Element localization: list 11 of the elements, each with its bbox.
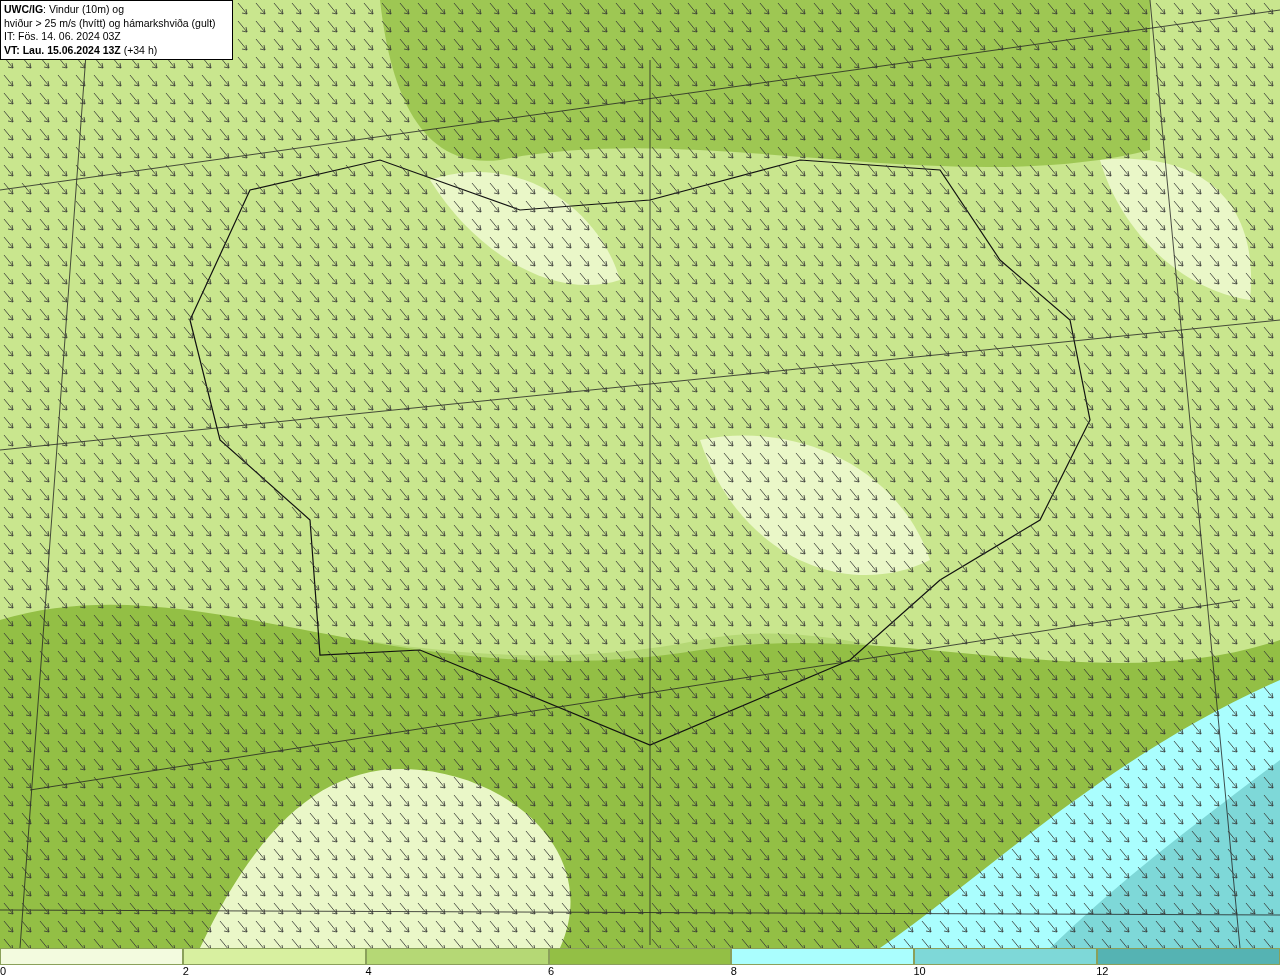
info-text: hviður > 25 m/s (hvítt) og hámarkshviða (gult)	[4, 16, 217, 30]
info-text: VT: Lau. 15.06.2024 13Z (+34 h)	[4, 43, 159, 57]
tick-label: 12	[1096, 965, 1109, 977]
tick-label: 4	[365, 965, 372, 977]
tick-label: 8	[730, 965, 737, 977]
tick-label: 10	[913, 965, 926, 977]
tick-label: 6	[548, 965, 555, 977]
info-text: IT: Fös. 14. 06. 2024 03Z	[4, 30, 122, 44]
tick-label: 0	[0, 965, 7, 977]
tick-label: 2	[182, 965, 189, 977]
info-text: UWC/IG: Vindur (10m) og	[4, 3, 125, 17]
